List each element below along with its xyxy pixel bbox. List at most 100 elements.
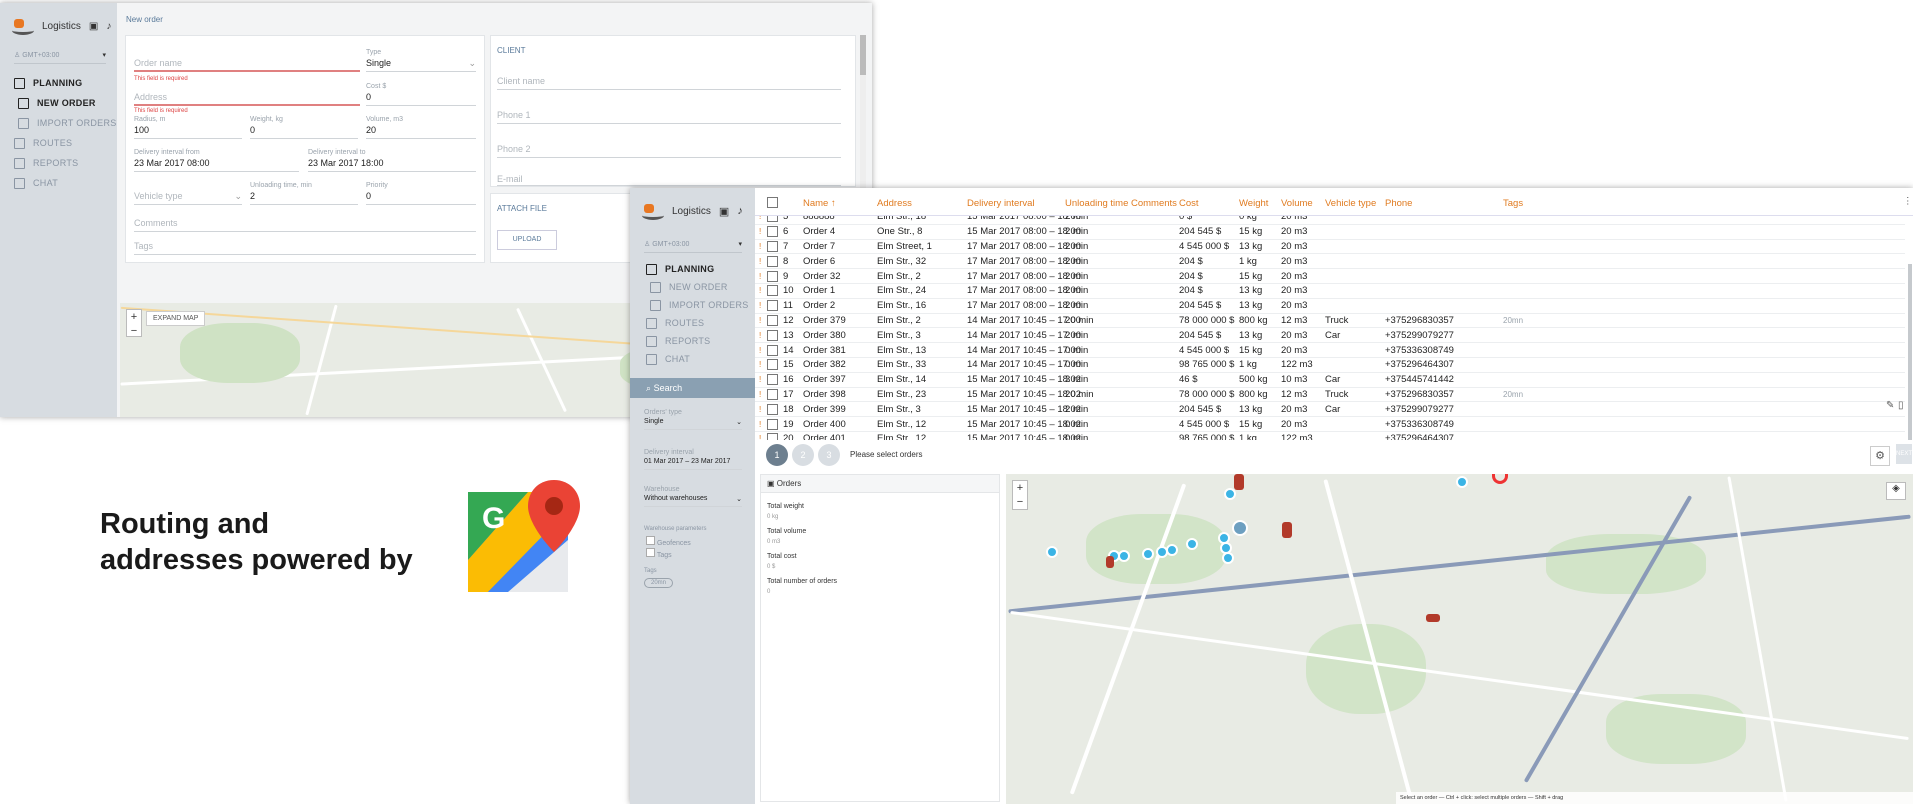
unloading-input[interactable]: Unloading time, min 2 bbox=[250, 182, 358, 205]
map-pin[interactable] bbox=[1186, 538, 1198, 550]
nav-chat[interactable]: CHAT bbox=[646, 350, 749, 368]
row-checkbox[interactable] bbox=[767, 374, 778, 386]
map-pin[interactable] bbox=[1166, 544, 1178, 556]
timezone-select[interactable]: ♙ GMT+03:00 ▾ bbox=[644, 240, 742, 253]
table-row[interactable]: ! 19 Order 400 Elm Str., 12 15 Mar 2017 10:4… bbox=[755, 417, 1905, 432]
col-interval[interactable]: Delivery interval bbox=[967, 198, 1035, 209]
nav-new-order[interactable]: NEW ORDER bbox=[646, 278, 749, 296]
row-checkbox[interactable] bbox=[767, 216, 778, 223]
page-1[interactable]: 1 bbox=[766, 444, 788, 466]
row-checkbox[interactable] bbox=[767, 329, 778, 341]
col-address[interactable]: Address bbox=[877, 198, 912, 209]
row-checkbox[interactable] bbox=[767, 388, 778, 400]
truck-marker-icon[interactable] bbox=[1282, 522, 1292, 538]
row-checkbox[interactable] bbox=[767, 226, 778, 238]
col-unloading[interactable]: Unloading time bbox=[1065, 198, 1128, 209]
map-pin[interactable] bbox=[1046, 546, 1058, 558]
table-row[interactable]: ! 9 Order 32 Elm Str., 2 17 Mar 2017 08:00 –… bbox=[755, 269, 1905, 284]
front-zoom-control[interactable]: + − bbox=[1012, 480, 1028, 510]
bell-icon[interactable]: ♪ bbox=[106, 21, 111, 32]
geofences-checkbox[interactable]: Geofences bbox=[646, 536, 691, 547]
orders-type-select[interactable]: Orders' type Single ⌄ bbox=[644, 409, 742, 430]
cost-input[interactable]: Cost $0 bbox=[366, 83, 476, 106]
truck-marker-icon[interactable] bbox=[1106, 556, 1114, 568]
nav-import-orders[interactable]: IMPORT ORDERS bbox=[646, 296, 749, 314]
row-checkbox[interactable] bbox=[767, 255, 778, 267]
table-row[interactable]: ! 5 888888 Elm Str., 18 15 Mar 2017 08:00 – … bbox=[755, 216, 1905, 225]
upload-button[interactable]: UPLOAD bbox=[497, 230, 557, 250]
nav-routes[interactable]: ROUTES bbox=[646, 314, 749, 332]
next-button-visible[interactable]: NEXT bbox=[1896, 444, 1912, 464]
table-row[interactable]: ! 10 Order 1 Elm Str., 24 17 Mar 2017 08:00 … bbox=[755, 284, 1905, 299]
map-pin[interactable] bbox=[1224, 488, 1236, 500]
col-weight[interactable]: Weight bbox=[1239, 198, 1268, 209]
radius-input[interactable]: Radius, m 100 bbox=[134, 116, 242, 139]
table-row[interactable]: ! 7 Order 7 Elm Street, 1 17 Mar 2017 08:00 … bbox=[755, 240, 1905, 255]
map-pin[interactable] bbox=[1222, 552, 1234, 564]
car-marker-icon[interactable] bbox=[1426, 614, 1440, 622]
row-checkbox[interactable] bbox=[767, 344, 778, 356]
tags-input[interactable]: Tags bbox=[134, 241, 476, 255]
front-map[interactable]: + − ◈ Select an order — Ctrl + click: sel… bbox=[1006, 474, 1913, 804]
table-row[interactable]: ! 12 Order 379 Elm Str., 2 14 Mar 2017 10:45… bbox=[755, 314, 1905, 329]
type-select[interactable]: Type Single ⌄ bbox=[366, 49, 476, 72]
nav-chat[interactable]: CHAT bbox=[14, 173, 117, 193]
table-row[interactable]: ! 6 Order 4 One Str., 8 15 Mar 2017 08:00 – … bbox=[755, 225, 1905, 240]
table-row[interactable]: ! 8 Order 6 Elm Str., 32 17 Mar 2017 08:00 –… bbox=[755, 254, 1905, 270]
tag-chip[interactable]: 20mn bbox=[644, 578, 674, 588]
select-all-checkbox[interactable] bbox=[767, 197, 778, 208]
layers-icon[interactable]: ◈ bbox=[1886, 482, 1906, 500]
timezone-select[interactable]: ♙ GMT+03:00 ▾ bbox=[14, 51, 106, 64]
col-cost[interactable]: Cost bbox=[1179, 198, 1199, 209]
client-name-input[interactable]: Client name bbox=[497, 76, 841, 90]
interval-from-input[interactable]: Delivery interval from 23 Mar 2017 08:00 bbox=[134, 149, 299, 172]
order-name-input[interactable]: Order name bbox=[134, 58, 360, 72]
nav-planning[interactable]: PLANNING bbox=[14, 73, 117, 93]
table-row[interactable]: ! 13 Order 380 Elm Str., 3 14 Mar 2017 10:45… bbox=[755, 328, 1905, 344]
truck-marker-icon[interactable] bbox=[1234, 474, 1244, 490]
back-zoom-control[interactable]: + − bbox=[126, 309, 142, 337]
phone2-input[interactable]: Phone 2 bbox=[497, 144, 841, 158]
settings-gear-icon[interactable]: ⚙ bbox=[1870, 446, 1890, 466]
interval-to-input[interactable]: Delivery interval to 23 Mar 2017 18:00 bbox=[308, 149, 476, 172]
address-input[interactable]: Address bbox=[134, 92, 360, 106]
nav-import-orders[interactable]: IMPORT ORDERS bbox=[14, 113, 117, 133]
row-checkbox[interactable] bbox=[767, 359, 778, 371]
row-checkbox[interactable] bbox=[767, 285, 778, 297]
search-bar[interactable]: ⌕ Search bbox=[630, 378, 755, 398]
table-row[interactable]: ! 18 Order 399 Elm Str., 3 15 Mar 2017 10:45… bbox=[755, 402, 1905, 418]
row-checkbox[interactable] bbox=[767, 240, 778, 252]
nav-planning[interactable]: PLANNING bbox=[646, 260, 749, 278]
warehouse-select[interactable]: Warehouse Without warehouses ⌄ bbox=[644, 486, 742, 507]
map-pin[interactable] bbox=[1232, 520, 1248, 536]
vehicle-type-select[interactable]: Vehicle type ⌄ bbox=[134, 191, 242, 205]
row-checkbox[interactable] bbox=[767, 433, 778, 440]
box-icon[interactable]: ▣ bbox=[89, 21, 98, 32]
row-checkbox[interactable] bbox=[767, 314, 778, 326]
map-pin[interactable] bbox=[1118, 550, 1130, 562]
email-input[interactable]: E-mail bbox=[497, 174, 841, 186]
nav-new-order[interactable]: NEW ORDER bbox=[14, 93, 117, 113]
phone1-input[interactable]: Phone 1 bbox=[497, 110, 841, 124]
volume-input[interactable]: Volume, m3 20 bbox=[366, 116, 476, 139]
alert-marker-icon[interactable] bbox=[1492, 474, 1508, 484]
delete-icon[interactable]: ▯ bbox=[1898, 400, 1904, 411]
tags-checkbox[interactable]: Tags bbox=[646, 548, 672, 559]
row-checkbox[interactable] bbox=[767, 403, 778, 415]
comments-input[interactable]: Comments bbox=[134, 218, 476, 232]
col-phone[interactable]: Phone bbox=[1385, 198, 1412, 209]
map-pin[interactable] bbox=[1456, 476, 1468, 488]
table-row[interactable]: ! 14 Order 381 Elm Str., 13 14 Mar 2017 10:4… bbox=[755, 343, 1905, 358]
priority-input[interactable]: Priority 0 bbox=[366, 182, 476, 205]
edit-icon[interactable]: ✎ bbox=[1886, 400, 1894, 411]
nav-reports[interactable]: REPORTS bbox=[646, 332, 749, 350]
box-icon[interactable]: ▣ bbox=[719, 205, 729, 218]
col-comments[interactable]: Comments bbox=[1131, 198, 1177, 209]
weight-input[interactable]: Weight, kg 0 bbox=[250, 116, 358, 139]
bell-icon[interactable]: ♪ bbox=[737, 205, 743, 217]
table-row[interactable]: ! 15 Order 382 Elm Str., 33 14 Mar 2017 10:4… bbox=[755, 358, 1905, 373]
interval-filter[interactable]: Delivery interval 01 Mar 2017 – 23 Mar 20… bbox=[644, 449, 742, 470]
col-name[interactable]: Name ↑ bbox=[803, 198, 836, 209]
table-row[interactable]: ! 16 Order 397 Elm Str., 14 15 Mar 2017 10:4… bbox=[755, 373, 1905, 388]
page-2[interactable]: 2 bbox=[792, 444, 814, 466]
